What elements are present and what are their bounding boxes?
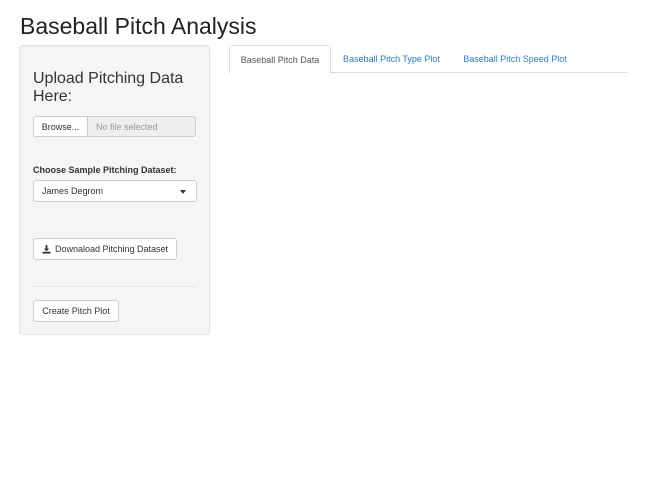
dataset-select-label: Choose Sample Pitching Dataset:	[33, 165, 177, 175]
dataset-select-value: James Degrom	[42, 186, 104, 196]
tab-bar: Baseball Pitch Data Baseball Pitch Type …	[229, 45, 628, 74]
download-dataset-label: Downaload Pitching Dataset	[54, 244, 169, 254]
browse-button[interactable]: Browse...	[33, 116, 88, 137]
tab-pitch-speed-plot[interactable]: Baseball Pitch Speed Plot	[455, 45, 575, 73]
divider	[33, 286, 197, 287]
upload-heading: Upload Pitching Data Here:	[33, 70, 184, 105]
tab-pitch-data[interactable]: Baseball Pitch Data	[229, 45, 331, 74]
file-upload-group: Browse... No file selected	[33, 116, 196, 137]
create-pitch-plot-button[interactable]: Create Pitch Plot	[33, 300, 119, 322]
file-name-field[interactable]: No file selected	[88, 116, 196, 137]
download-icon	[42, 244, 51, 254]
tab-pitch-type-plot[interactable]: Baseball Pitch Type Plot	[335, 45, 448, 73]
chevron-down-icon	[180, 190, 186, 194]
sidebar-panel: Upload Pitching Data Here: Browse... No …	[19, 45, 210, 335]
download-dataset-button[interactable]: Downaload Pitching Dataset	[33, 238, 177, 260]
page-title: Baseball Pitch Analysis	[20, 13, 257, 39]
dataset-select[interactable]: James Degrom	[33, 180, 197, 202]
tab-content	[229, 74, 628, 474]
